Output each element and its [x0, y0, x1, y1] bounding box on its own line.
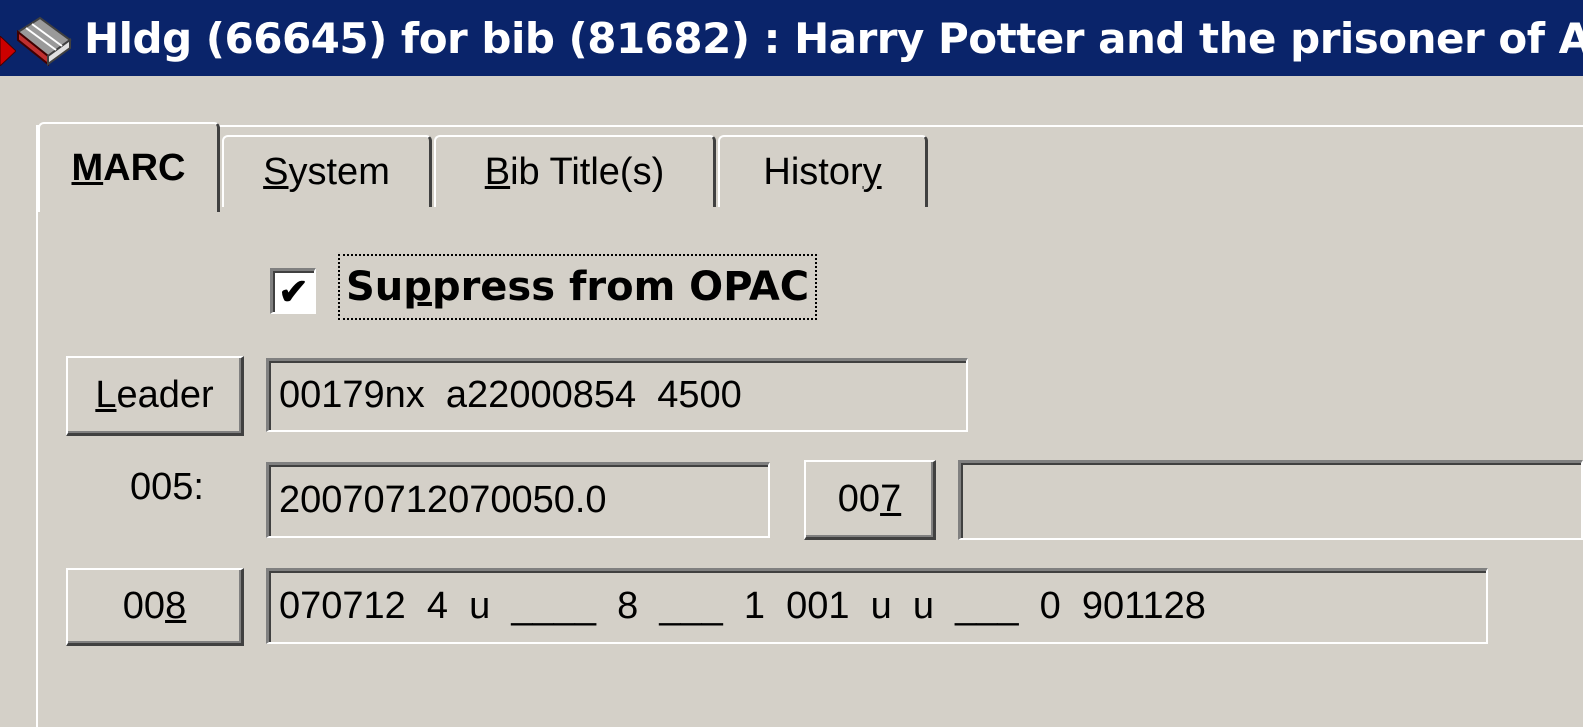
field-007-input[interactable] [958, 460, 1583, 540]
title-bar[interactable]: Hldg (66645) for bib (81682) : Harry Pot… [0, 0, 1583, 76]
tab-history-accel: y [862, 150, 882, 193]
window-title: Hldg (66645) for bib (81682) : Harry Pot… [84, 14, 1583, 63]
leader-field[interactable]: 00179nx a22000854 4500 [266, 358, 968, 432]
suppress-label-end: press from OPAC [431, 264, 810, 310]
field-008-button-accel: 8 [165, 585, 187, 627]
leader-button-accel: L [95, 374, 117, 416]
field-007-button-accel: 7 [880, 478, 902, 520]
field-008-button-start: 00 [122, 585, 166, 627]
tab-marc-accel: M [71, 146, 104, 189]
tab-marc-label: ARC [103, 146, 186, 189]
checkmark-icon: ✔ [278, 270, 309, 312]
field-008-button[interactable]: 00 8 [66, 568, 244, 646]
books-icon [16, 16, 72, 66]
tab-history[interactable]: Histor y [718, 135, 928, 207]
field-007-button-start: 00 [837, 478, 881, 520]
suppress-label-accel: p [403, 264, 432, 310]
field-007-button[interactable]: 00 7 [804, 460, 936, 540]
field-005-label: 005: [130, 466, 204, 508]
tab-bib-titles[interactable]: Bib Title(s) [434, 135, 716, 207]
leader-button[interactable]: Leader [66, 356, 244, 436]
tab-bib-titles-accel: B [484, 150, 511, 193]
tab-system-label: ystem [288, 150, 390, 193]
field-008-input[interactable]: 070712 4 u ____ 8 ___ 1 001 u u ___ 0 90… [266, 568, 1488, 644]
suppress-checkbox[interactable]: ✔ [270, 268, 316, 314]
tab-bib-titles-label: ib Title(s) [510, 150, 665, 193]
leader-button-label: eader [116, 374, 214, 416]
suppress-label[interactable]: Su p press from OPAC [337, 254, 818, 320]
tab-marc[interactable]: M ARC [38, 122, 220, 212]
field-005-input[interactable]: 20070712070050.0 [266, 462, 770, 538]
tab-history-label-start: Histor [763, 150, 863, 193]
suppress-label-start: Su [346, 264, 404, 310]
tab-system[interactable]: System [222, 135, 432, 207]
tab-system-accel: S [263, 150, 289, 193]
